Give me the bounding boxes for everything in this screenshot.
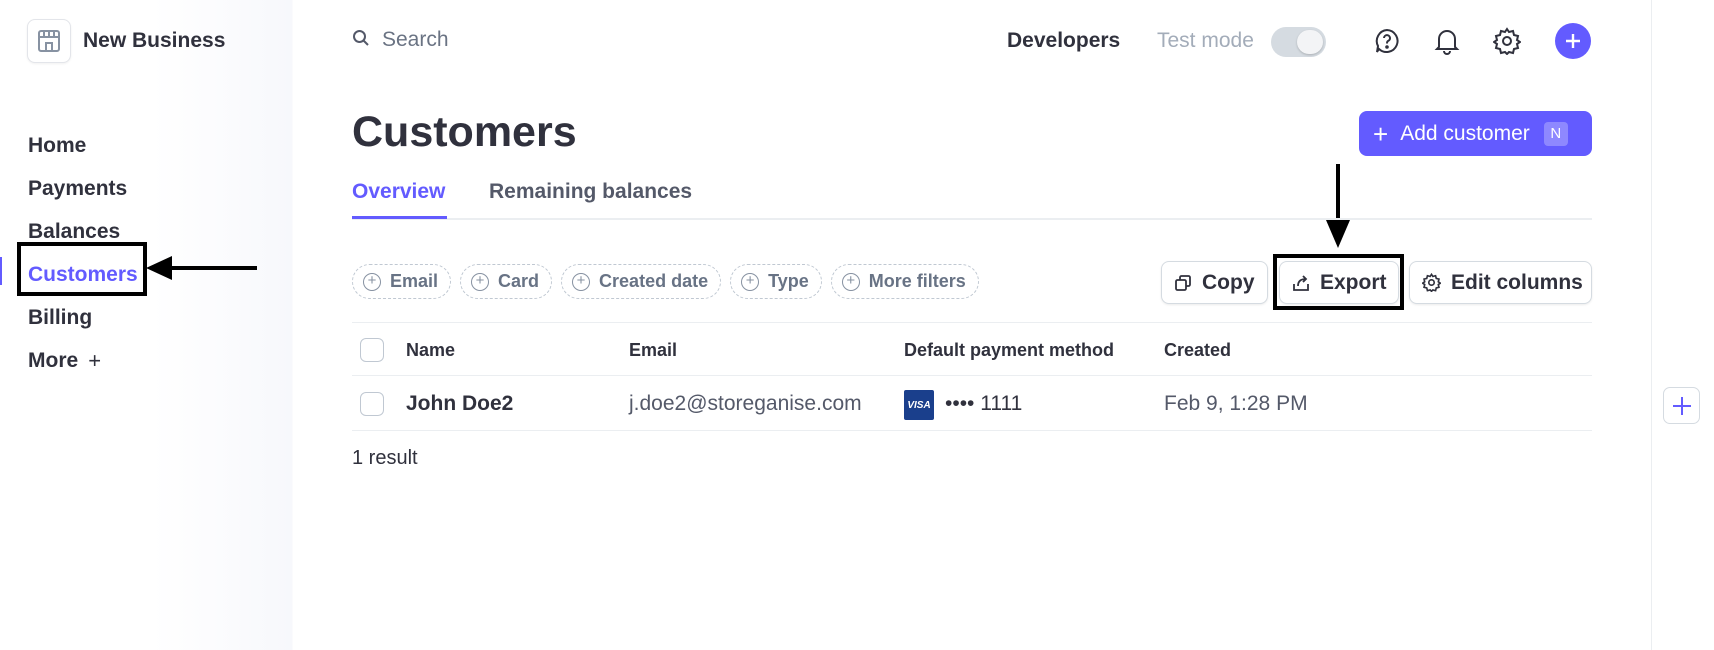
search-bar[interactable] xyxy=(352,28,782,52)
filter-label: Card xyxy=(498,271,540,291)
result-count: 1 result xyxy=(352,447,418,469)
page-title: Customers xyxy=(352,108,577,156)
gear-icon[interactable] xyxy=(1492,26,1522,56)
filter-label: Created date xyxy=(599,271,709,291)
annotation-arrowhead-customers xyxy=(146,256,172,280)
sidebar-item-more-label: More xyxy=(28,348,79,372)
table-row[interactable]: John Doe2 j.doe2@storeganise.com VISA ••… xyxy=(352,376,1592,431)
tab-remaining-balances[interactable]: Remaining balances xyxy=(489,180,692,204)
card-last4: •••• 1111 xyxy=(945,392,1023,415)
plus-icon: + xyxy=(88,347,102,373)
sidebar-item-billing[interactable]: Billing xyxy=(28,296,138,339)
sidebar-item-home[interactable]: Home xyxy=(28,124,138,167)
plus-icon xyxy=(1672,396,1691,415)
filter-label: Type xyxy=(768,271,809,291)
copy-label: Copy xyxy=(1202,270,1255,294)
customer-name[interactable]: John Doe2 xyxy=(406,392,513,416)
filter-created-date[interactable]: + Created date xyxy=(561,264,722,299)
search-input[interactable] xyxy=(382,28,782,52)
plus-circle-icon: + xyxy=(363,272,381,291)
filter-label: Email xyxy=(390,271,439,291)
test-mode-label: Test mode xyxy=(1157,29,1254,52)
keyboard-shortcut-badge: N xyxy=(1543,121,1568,146)
sidebar-item-more[interactable]: More + xyxy=(28,339,138,382)
tab-bar: Overview Remaining balances xyxy=(352,178,1592,220)
annotation-arrowhead-export xyxy=(1326,220,1350,248)
active-nav-indicator xyxy=(0,257,2,285)
filter-email[interactable]: + Email xyxy=(352,264,452,299)
table-header: Name Email Default payment method Create… xyxy=(352,322,1592,376)
annotation-box-customers xyxy=(17,242,147,296)
filter-card[interactable]: + Card xyxy=(460,264,553,299)
row-checkbox[interactable] xyxy=(360,392,384,416)
plus-icon: + xyxy=(1373,118,1389,149)
add-customer-label: Add customer xyxy=(1400,121,1530,145)
plus-circle-icon: + xyxy=(841,272,860,291)
filter-label: More filters xyxy=(868,271,966,291)
copy-icon xyxy=(1174,274,1192,292)
copy-button[interactable]: Copy xyxy=(1161,261,1268,304)
filter-type[interactable]: + Type xyxy=(730,264,822,299)
edit-columns-button[interactable]: Edit columns xyxy=(1409,261,1592,304)
developers-link[interactable]: Developers xyxy=(1007,29,1120,53)
right-panel xyxy=(1651,0,1714,650)
add-customer-button[interactable]: + Add customer N xyxy=(1359,111,1592,156)
customers-table: Name Email Default payment method Create… xyxy=(352,322,1592,431)
customer-created: Feb 9, 1:28 PM xyxy=(1164,392,1308,415)
column-header-email[interactable]: Email xyxy=(629,340,677,361)
annotation-box-export xyxy=(1273,254,1404,310)
filter-bar: + Email + Card + Created date + Type + M… xyxy=(352,264,988,299)
plus-circle-icon: + xyxy=(572,272,591,291)
bell-icon[interactable] xyxy=(1432,26,1462,56)
active-tab-underline xyxy=(352,216,447,219)
storefront-icon xyxy=(27,19,71,63)
column-header-payment-method[interactable]: Default payment method xyxy=(904,340,1114,361)
search-icon xyxy=(352,29,370,52)
sidebar-item-payments[interactable]: Payments xyxy=(28,167,138,210)
plus-circle-icon: + xyxy=(741,272,760,291)
account-name: New Business xyxy=(83,29,226,52)
filter-more[interactable]: + More filters xyxy=(830,264,979,299)
gear-icon xyxy=(1422,273,1441,292)
column-header-created[interactable]: Created xyxy=(1164,340,1231,361)
side-panel-add-button[interactable] xyxy=(1663,387,1700,424)
toggle-knob xyxy=(1297,30,1323,54)
plus-circle-icon: + xyxy=(471,272,490,291)
column-header-name[interactable]: Name xyxy=(406,340,455,361)
select-all-checkbox[interactable] xyxy=(360,338,384,362)
edit-columns-label: Edit columns xyxy=(1451,270,1583,294)
account-switcher[interactable]: New Business xyxy=(27,19,225,63)
test-mode-toggle[interactable] xyxy=(1271,27,1326,57)
annotation-arrow-customers xyxy=(160,266,257,270)
plus-icon xyxy=(1566,34,1580,48)
customer-email: j.doe2@storeganise.com xyxy=(629,392,862,415)
help-icon[interactable] xyxy=(1372,26,1402,56)
create-button[interactable] xyxy=(1555,23,1591,59)
tab-overview[interactable]: Overview xyxy=(352,180,445,204)
visa-card-icon: VISA xyxy=(904,390,934,420)
sidebar-divider xyxy=(292,0,293,650)
